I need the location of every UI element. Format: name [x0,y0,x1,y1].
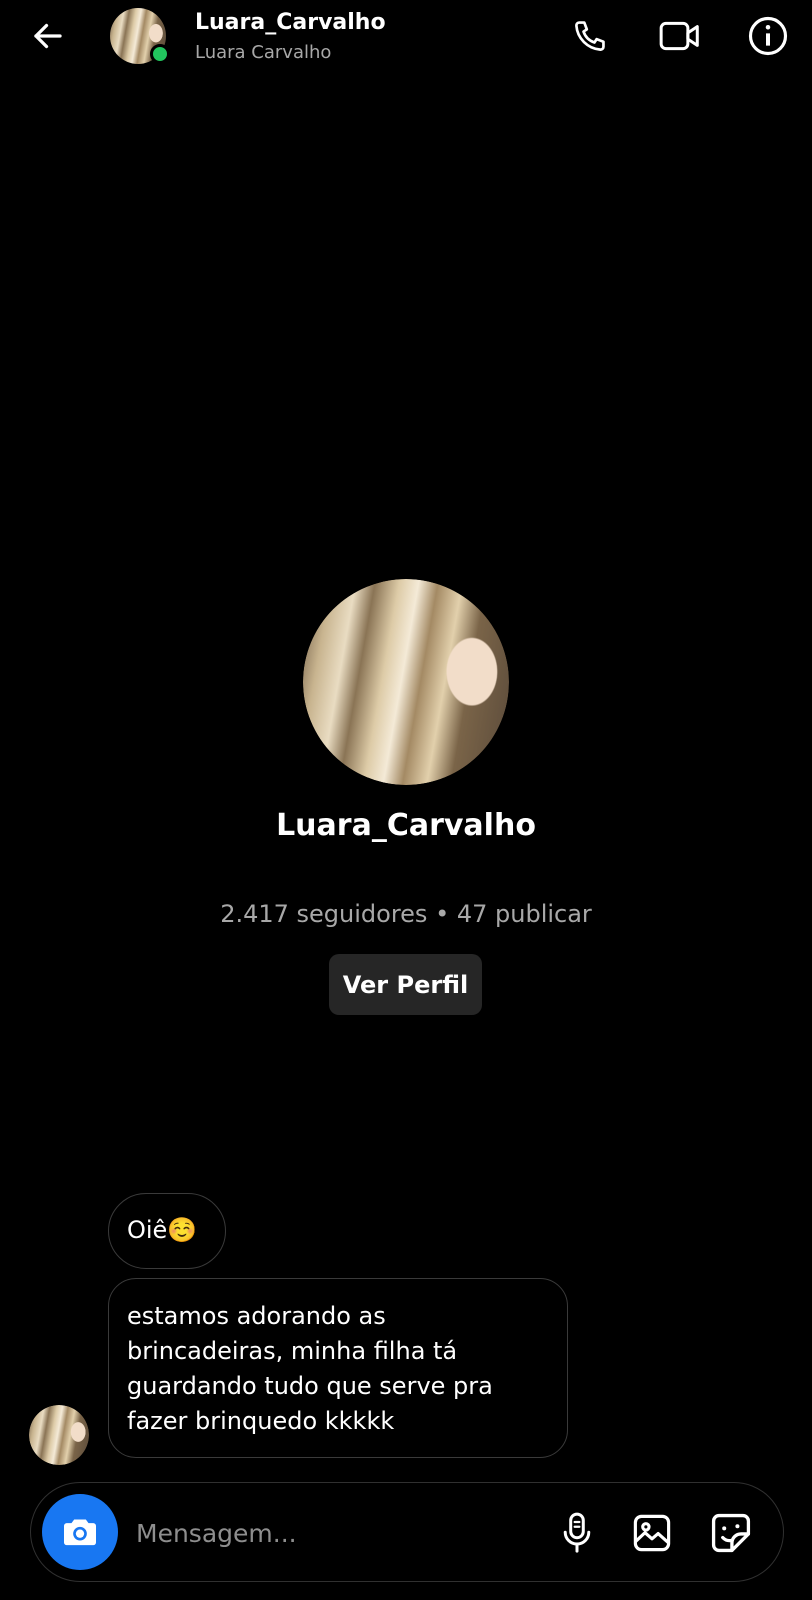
chat-screen: Luara_Carvalho Luara Carvalho Luara_Carv… [0,0,812,1600]
sender-avatar-image [29,1405,89,1465]
message-bubble[interactable]: estamos adorando as brincadeiras, minha … [108,1278,568,1458]
gallery-icon [633,1514,671,1552]
camera-button[interactable] [42,1494,118,1570]
sticker-icon [711,1513,751,1553]
info-icon [748,16,788,56]
back-arrow-icon [34,23,62,49]
message-bubble[interactable]: Oiê☺️ [108,1193,226,1269]
profile-avatar[interactable] [303,579,509,785]
header-display-name[interactable]: Luara Carvalho [195,42,331,63]
info-button[interactable] [746,14,790,58]
voice-message-button[interactable] [553,1509,601,1557]
sender-avatar[interactable] [29,1405,89,1465]
message-input[interactable] [136,1511,436,1555]
profile-stats: 2.417 seguidores • 47 publicar [220,900,592,928]
sticker-button[interactable] [707,1509,755,1557]
microphone-icon [563,1512,591,1553]
profile-username: Luara_Carvalho [276,808,536,843]
audio-call-button[interactable] [568,14,612,58]
camera-icon [64,1519,96,1546]
video-camera-icon [659,21,699,51]
header-avatar[interactable] [110,8,170,64]
phone-icon [575,21,605,51]
gallery-button[interactable] [628,1509,676,1557]
profile-image [303,579,509,785]
online-status-dot [150,44,170,64]
header-username[interactable]: Luara_Carvalho [195,10,386,35]
video-call-button[interactable] [658,14,702,58]
view-profile-button[interactable]: Ver Perfil [329,954,482,1015]
message-composer [30,1482,784,1582]
back-button[interactable] [26,14,70,58]
chat-header: Luara_Carvalho Luara Carvalho [0,0,812,72]
